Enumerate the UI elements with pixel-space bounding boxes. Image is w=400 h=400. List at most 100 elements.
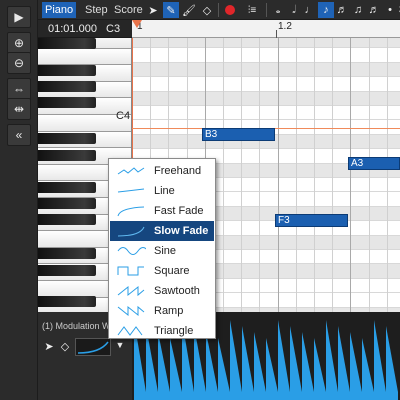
thirtysecond-note-icon: ♫ — [353, 4, 363, 16]
black-key[interactable] — [38, 38, 96, 49]
fast-fade-curve-icon — [117, 206, 145, 217]
automation-segment — [278, 320, 290, 400]
black-key[interactable] — [38, 214, 96, 225]
tab-piano[interactable]: Piano — [42, 2, 77, 18]
menu-item-sine[interactable]: Sine — [110, 241, 214, 261]
eraser-tool-button[interactable]: ◇ — [199, 2, 215, 18]
sixtyfourth-note-button[interactable]: ♬ — [366, 2, 382, 18]
note-a3[interactable]: A3 — [348, 157, 400, 170]
automation-segment — [218, 338, 230, 400]
menu-item-line[interactable]: Line — [110, 181, 214, 201]
grid-line — [350, 38, 352, 312]
half-note-icon: 𝅗𝅥 — [292, 3, 296, 16]
square-curve-icon — [117, 266, 144, 276]
eraser-icon: ◇ — [60, 341, 70, 353]
grid-row — [132, 48, 400, 63]
tab-score[interactable]: Score — [111, 2, 146, 18]
expand-horizontal-button[interactable]: ⇔ — [7, 78, 31, 100]
shrink-horizontal-button[interactable]: ⇹ — [7, 98, 31, 120]
menu-item-slow-fade[interactable]: Slow Fade — [110, 221, 214, 241]
automation-segment — [206, 332, 218, 400]
sixteenth-note-icon: ♬ — [336, 4, 348, 16]
record-button[interactable] — [222, 2, 238, 18]
black-key[interactable] — [38, 133, 96, 144]
grid-row — [132, 38, 400, 49]
grid-line — [368, 38, 370, 312]
menu-item-sawtooth[interactable]: Sawtooth — [110, 281, 214, 301]
quantize-icon: ⫶≡ — [247, 4, 257, 16]
freehand-curve-icon — [117, 167, 145, 175]
grid-line — [295, 38, 297, 312]
pencil-tool-button[interactable]: ✎ — [163, 2, 179, 18]
grid-line — [277, 38, 279, 312]
black-key[interactable] — [38, 198, 96, 209]
menu-item-square[interactable]: Square — [110, 261, 214, 281]
sixtyfourth-note-icon: ♬ — [368, 4, 380, 16]
eighth-note-button[interactable]: ♪ — [318, 2, 334, 18]
automation-segment — [230, 320, 242, 400]
zoom-in-button[interactable]: ⊕ — [7, 32, 31, 54]
automation-segment — [158, 332, 170, 400]
counter-value[interactable]: 3 — [394, 2, 400, 18]
automation-segment — [386, 326, 398, 400]
automation-segment — [314, 338, 326, 400]
half-note-button[interactable]: 𝅗𝅥 — [286, 2, 302, 18]
brush-icon: 🖌 — [182, 4, 196, 17]
automation-segment — [350, 332, 362, 400]
grid-row — [132, 77, 400, 92]
note-b3[interactable]: B3 — [202, 128, 275, 141]
grid-row — [132, 62, 400, 78]
zoom-out-button[interactable]: ⊖ — [7, 52, 31, 74]
curve-shape-selector[interactable] — [75, 338, 111, 356]
shrink-horizontal-icon: ⇹ — [13, 102, 25, 116]
top-toolbar: Piano Step Score ➤ ✎ 🖌 ◇ ⫶≡ 𝅝 𝅗𝅥 ♩ ♪ ♬ ♫… — [38, 0, 400, 20]
note-f3[interactable]: F3 — [275, 214, 348, 227]
quarter-note-button[interactable]: ♩ — [302, 2, 318, 18]
position-readout: 01:01.000 — [48, 23, 97, 35]
left-tool-column: ▶ ⊕ ⊖ ⇔ ⇹ « — [0, 0, 38, 400]
black-key[interactable] — [38, 182, 96, 193]
black-key[interactable] — [38, 81, 96, 92]
black-key[interactable] — [38, 97, 96, 108]
brush-tool-button[interactable]: 🖌 — [181, 2, 197, 18]
arrow-cursor-icon: ➤ — [148, 4, 158, 17]
whole-note-button[interactable]: 𝅝 — [270, 2, 286, 18]
black-key[interactable] — [38, 296, 96, 307]
thirtysecond-note-button[interactable]: ♫ — [350, 2, 366, 18]
automation-eraser-button[interactable]: ◇ — [58, 340, 72, 354]
grid-line — [332, 38, 334, 312]
play-button[interactable]: ▶ — [7, 6, 31, 28]
menu-item-ramp[interactable]: Ramp — [110, 301, 214, 321]
playhead-marker-icon[interactable] — [132, 20, 142, 28]
tab-step[interactable]: Step — [82, 2, 111, 18]
zoom-in-icon: ⊕ — [13, 36, 25, 50]
timeline-ruler[interactable]: 1 1.2 — [132, 20, 400, 38]
black-key[interactable] — [38, 248, 96, 259]
automation-select-button[interactable]: ➤ — [42, 340, 56, 354]
collapse-button[interactable]: « — [7, 124, 31, 146]
pencil-icon: ✎ — [166, 4, 176, 17]
black-key[interactable] — [38, 265, 96, 276]
menu-item-fast-fade[interactable]: Fast Fade — [110, 201, 214, 221]
curve-shape-menu: Freehand Line Fast Fade Slow Fade Sine S… — [108, 158, 216, 339]
menu-item-triangle[interactable]: Triangle — [110, 321, 214, 341]
grid-line — [259, 38, 261, 312]
eraser-icon: ◇ — [202, 4, 212, 17]
time-display: 01:01.000 C3 — [38, 20, 132, 38]
quantize-button[interactable]: ⫶≡ — [241, 2, 263, 18]
c4-key-label: C4 — [116, 110, 131, 122]
zoom-out-icon: ⊖ — [13, 56, 25, 70]
grid-line — [386, 38, 388, 312]
select-tool-button[interactable]: ➤ — [145, 2, 161, 18]
black-key[interactable] — [38, 150, 96, 161]
white-key[interactable] — [38, 48, 131, 66]
sixteenth-note-button[interactable]: ♬ — [334, 2, 350, 18]
record-icon — [225, 5, 235, 15]
menu-item-freehand[interactable]: Freehand — [110, 161, 214, 181]
grid-line — [223, 38, 224, 312]
slow-fade-curve-icon — [117, 226, 145, 237]
grid-line — [241, 38, 243, 312]
black-key[interactable] — [38, 65, 96, 76]
ramp-curve-icon — [117, 305, 145, 317]
curve-dropdown-button[interactable]: ▼ — [113, 340, 127, 354]
